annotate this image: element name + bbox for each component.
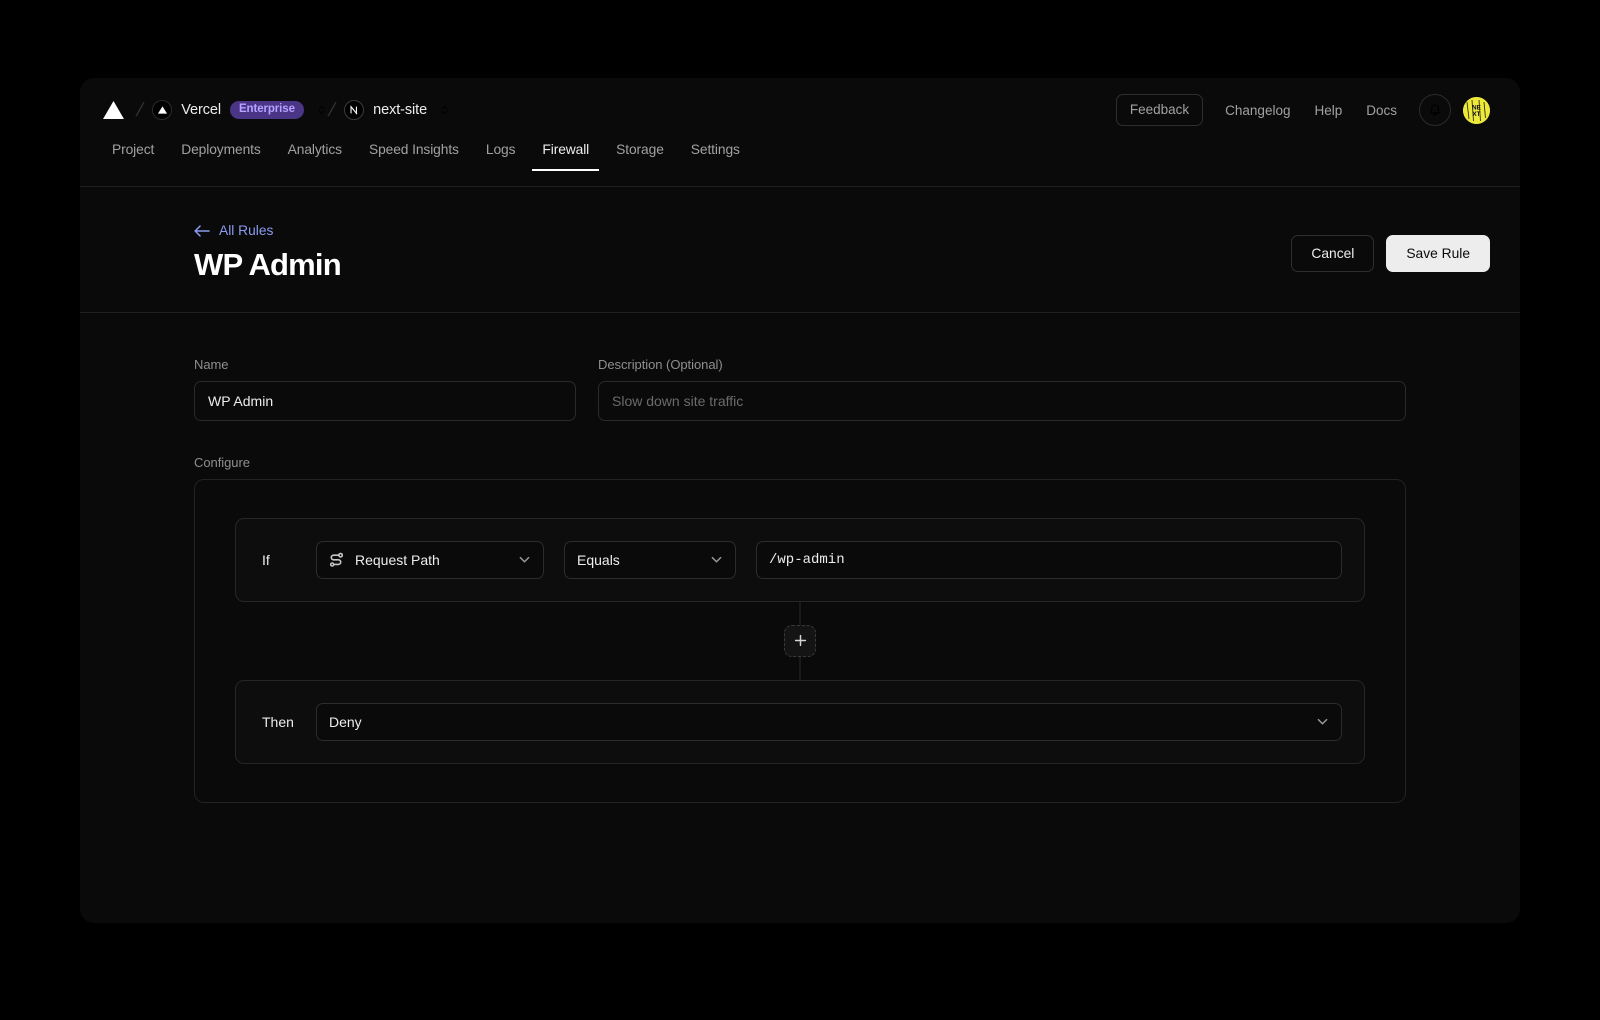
plus-icon — [794, 634, 806, 647]
then-keyword: Then — [262, 713, 294, 730]
chevron-up-down-icon[interactable] — [316, 102, 327, 118]
nav-tab-logs[interactable]: Logs — [476, 142, 526, 171]
page-header-actions: Cancel Save Rule — [1291, 223, 1490, 272]
page-header: All Rules WP Admin Cancel Save Rule — [80, 187, 1520, 313]
top-bar: / Vercel Enterprise / next-site Feedback… — [80, 78, 1520, 142]
condition-value-input[interactable] — [756, 540, 1342, 579]
nav-tab-deployments[interactable]: Deployments — [171, 142, 270, 171]
nav-tab-storage[interactable]: Storage — [606, 142, 674, 171]
chevron-down-icon — [519, 557, 530, 563]
docs-link[interactable]: Docs — [1354, 103, 1409, 118]
nav-tab-firewall[interactable]: Firewall — [532, 142, 599, 171]
breadcrumb-team[interactable]: Vercel Enterprise — [152, 100, 327, 120]
breadcrumb-separator-2: / — [325, 99, 338, 121]
page-header-left: All Rules WP Admin — [194, 223, 342, 283]
bell-icon — [1429, 103, 1441, 115]
description-input[interactable] — [598, 380, 1406, 421]
page-title: WP Admin — [194, 247, 342, 282]
nav-tab-project[interactable]: Project — [102, 142, 164, 171]
action-select[interactable]: Deny — [316, 702, 1342, 741]
breadcrumb: / Vercel Enterprise / next-site — [102, 99, 1116, 121]
condition-connector — [235, 601, 1365, 680]
if-condition-row: If Request Path Equals — [235, 517, 1365, 602]
description-label: Description (Optional) — [598, 356, 723, 372]
changelog-link[interactable]: Changelog — [1213, 103, 1302, 118]
configure-label: Configure — [194, 454, 250, 470]
breadcrumb-separator: / — [133, 99, 146, 121]
plan-badge: Enterprise — [229, 100, 304, 120]
configure-section: Configure If Request Path Equals /wp-adm… — [194, 455, 1406, 803]
chevron-down-icon-2 — [711, 557, 722, 563]
team-avatar-icon — [152, 100, 173, 120]
top-bar-actions: Feedback Changelog Help Docs NE XT — [1115, 94, 1490, 126]
nav-tab-analytics[interactable]: Analytics — [278, 142, 352, 171]
add-condition-button[interactable] — [784, 624, 816, 657]
then-action-row: Then Deny — [235, 679, 1365, 764]
save-rule-button[interactable]: Save Rule — [1386, 235, 1490, 272]
vercel-logo-icon[interactable] — [102, 100, 125, 120]
nav-tab-settings[interactable]: Settings — [681, 142, 750, 171]
arrow-left-icon — [194, 224, 210, 237]
condition-field-select[interactable]: Request Path — [316, 540, 544, 579]
cancel-button[interactable]: Cancel — [1291, 235, 1375, 272]
description-field-group: Description (Optional) — [598, 357, 1406, 421]
back-link-label: All Rules — [219, 223, 274, 238]
rule-form: Name Description (Optional) Configure If — [80, 313, 1520, 803]
feedback-button[interactable]: Feedback — [1115, 94, 1204, 126]
configure-panel: If Request Path Equals /wp-admin Then De… — [194, 478, 1406, 803]
name-description-row: Name Description (Optional) — [194, 357, 1406, 421]
project-name: next-site — [373, 102, 428, 118]
help-link[interactable]: Help — [1302, 103, 1354, 118]
route-path-icon — [329, 552, 344, 567]
user-avatar[interactable]: NE XT — [1463, 96, 1490, 124]
nav-tab-speed-insights[interactable]: Speed Insights — [359, 142, 469, 171]
breadcrumb-project[interactable]: next-site — [344, 100, 450, 120]
avatar-image: NE XT — [1463, 96, 1490, 124]
if-keyword: If — [262, 551, 270, 568]
condition-operator-value: Equals — [577, 551, 620, 568]
action-value: Deny — [329, 713, 362, 730]
name-field-group: Name — [194, 357, 576, 421]
nextjs-logo-icon — [344, 100, 365, 120]
chevron-up-down-icon-2[interactable] — [439, 102, 450, 118]
name-input[interactable] — [194, 380, 576, 421]
name-label: Name — [194, 356, 229, 372]
team-name: Vercel — [181, 102, 221, 118]
condition-operator-select[interactable]: Equals — [564, 540, 736, 579]
back-to-all-rules-link[interactable]: All Rules — [194, 223, 273, 238]
chevron-down-icon-3 — [1317, 719, 1328, 725]
main-nav: Project Deployments Analytics Speed Insi… — [80, 142, 1520, 187]
app-window: / Vercel Enterprise / next-site Feedback… — [80, 78, 1520, 923]
notifications-button[interactable] — [1419, 94, 1451, 126]
condition-field-value: Request Path — [355, 551, 440, 568]
